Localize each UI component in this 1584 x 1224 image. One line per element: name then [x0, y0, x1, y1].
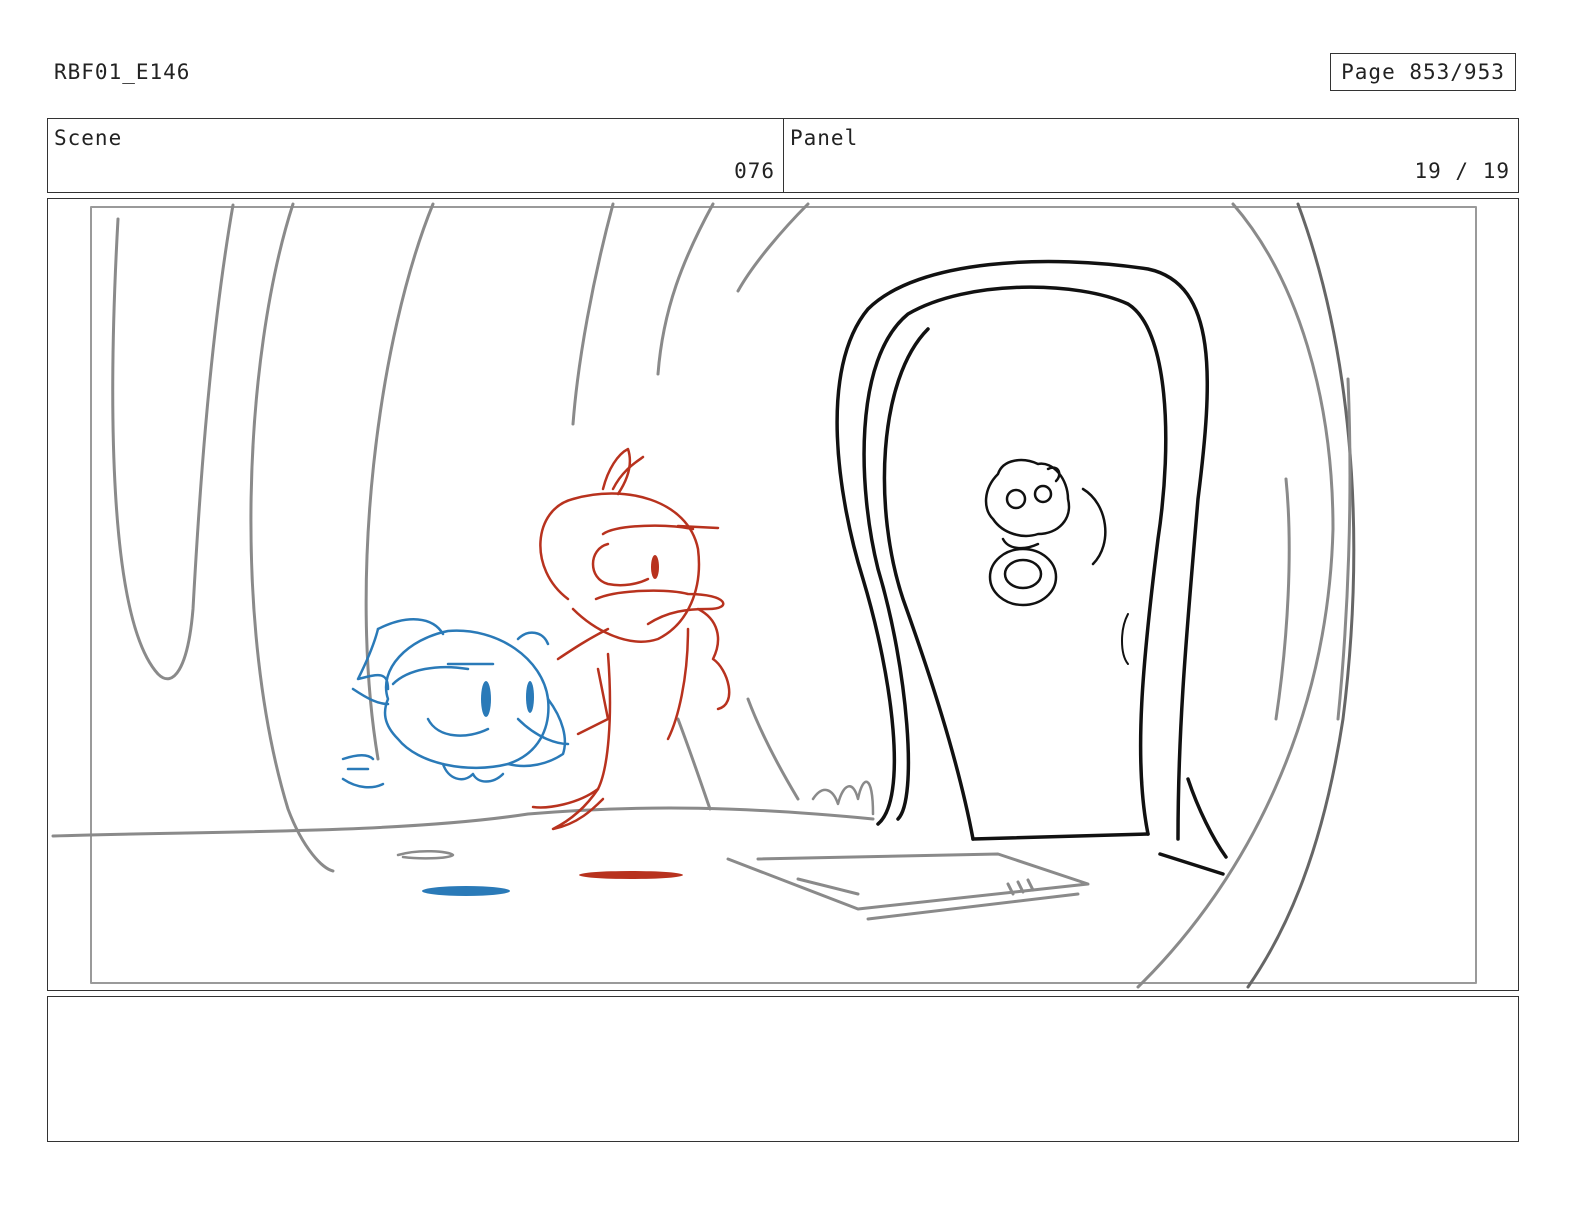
door-knocker [984, 458, 1107, 607]
scene-label: Scene [54, 126, 123, 150]
grass-tuft [811, 780, 875, 816]
blue-fish-character [341, 618, 570, 789]
safe-area-frame [90, 206, 1477, 984]
scene-panel-header: Scene 076 Panel 19 / 19 [47, 118, 1519, 193]
scene-number: 076 [734, 159, 775, 183]
page-counter: Page 853/953 [1330, 53, 1516, 91]
panel-label: Panel [790, 126, 859, 150]
panel-cell: Panel 19 / 19 [784, 119, 1518, 192]
production-id: RBF01_E146 [54, 60, 191, 84]
scene-cell: Scene 076 [48, 119, 784, 192]
blue-fish-eye-right [526, 681, 534, 713]
tree-door [835, 259, 1228, 876]
ground-stone [396, 850, 455, 860]
red-duck-eye [651, 555, 659, 579]
tree-trunk-lines [111, 202, 1356, 989]
red-duck-shadow [579, 871, 683, 879]
panel-number: 19 / 19 [1414, 159, 1510, 183]
storyboard-drawing [51, 202, 1477, 989]
door-mat [726, 852, 1090, 921]
panel-notes-box [47, 996, 1519, 1142]
page-counter-label: Page 853/953 [1341, 60, 1505, 84]
blue-fish-shadow [422, 886, 510, 896]
storyboard-frame [47, 198, 1519, 991]
ground-line [51, 806, 875, 838]
red-duck-character [531, 447, 731, 831]
blue-fish-eye-left [481, 681, 491, 717]
